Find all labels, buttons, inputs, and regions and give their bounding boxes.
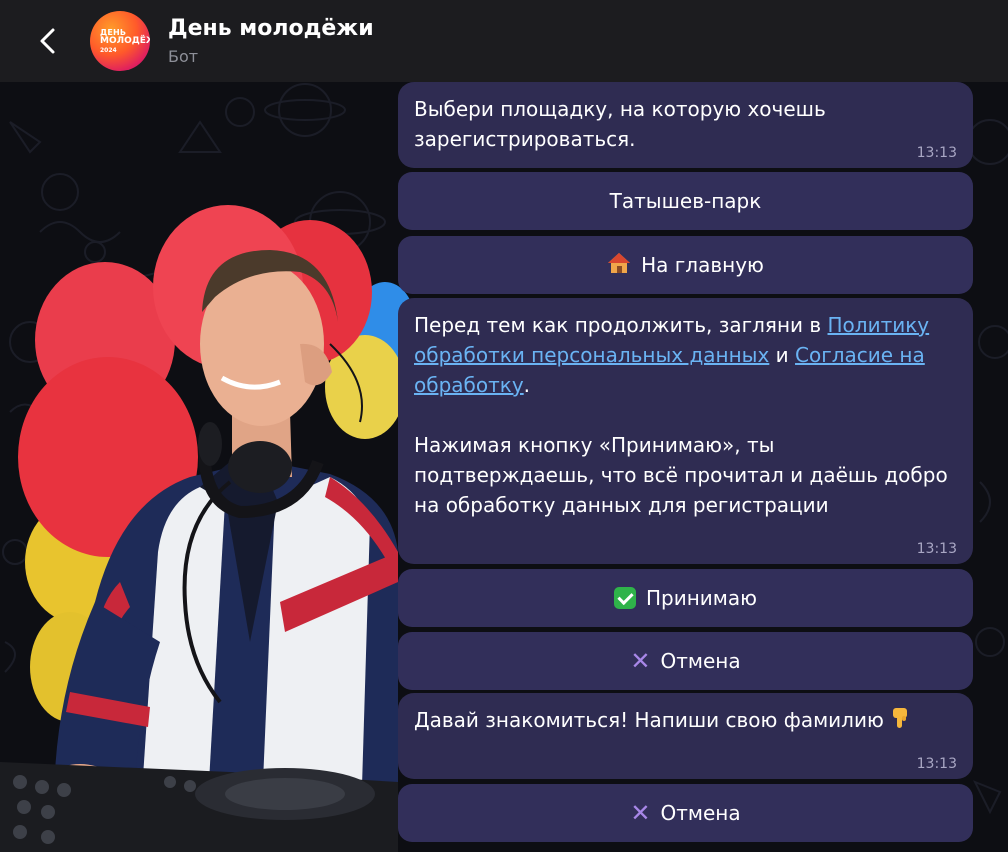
house-icon [607, 252, 631, 279]
cancel-button-2[interactable]: ✕ Отмена [398, 784, 973, 842]
chat-subtitle: Бот [168, 46, 199, 66]
bot-avatar[interactable]: ДЕНЬ МОЛОДЁЖИ 2024 [90, 11, 150, 71]
chat-title: День молодёжи [168, 15, 374, 41]
cross-mark-icon: ✕ [630, 799, 651, 827]
cancel-button-label: Отмена [660, 649, 741, 673]
consent-note: Нажимая кнопку «Принимаю», ты подтвержда… [414, 433, 948, 517]
message-time: 13:13 [916, 145, 957, 161]
accept-button[interactable]: Принимаю [398, 569, 973, 627]
consent-text: Перед тем как продолжить, загляни в Поли… [414, 313, 930, 397]
cancel-button-label: Отмена [660, 801, 741, 825]
cancel-button[interactable]: ✕ Отмена [398, 632, 973, 690]
park-button[interactable]: Татышев-парк [398, 172, 973, 230]
message-time: 13:13 [916, 541, 957, 557]
chevron-left-icon [40, 28, 55, 54]
message-text: Выбери площадку, на которую хочешь зарег… [414, 97, 826, 151]
message-bubble: Выбери площадку, на которую хочешь зарег… [398, 82, 973, 168]
message-bubble: Перед тем как продолжить, загляни в Поли… [398, 298, 973, 564]
message-time: 13:13 [916, 756, 957, 772]
message-text: Давай знакомиться! Напиши свою фамилию [414, 705, 957, 738]
check-mark-button-icon [614, 587, 636, 609]
message-bubble: Давай знакомиться! Напиши свою фамилию 1… [398, 693, 973, 779]
back-button[interactable] [24, 17, 72, 65]
chat-header: ДЕНЬ МОЛОДЁЖИ 2024 День молодёжи Бот [0, 0, 1008, 82]
accept-button-label: Принимаю [646, 586, 757, 610]
home-button[interactable]: На главную [398, 236, 973, 294]
chat-title-block[interactable]: День молодёжи Бот [168, 15, 374, 68]
pointing-down-hand-icon [890, 706, 910, 738]
park-button-label: Татышев-парк [609, 189, 762, 213]
home-button-label: На главную [641, 253, 764, 277]
cross-mark-icon: ✕ [630, 647, 651, 675]
